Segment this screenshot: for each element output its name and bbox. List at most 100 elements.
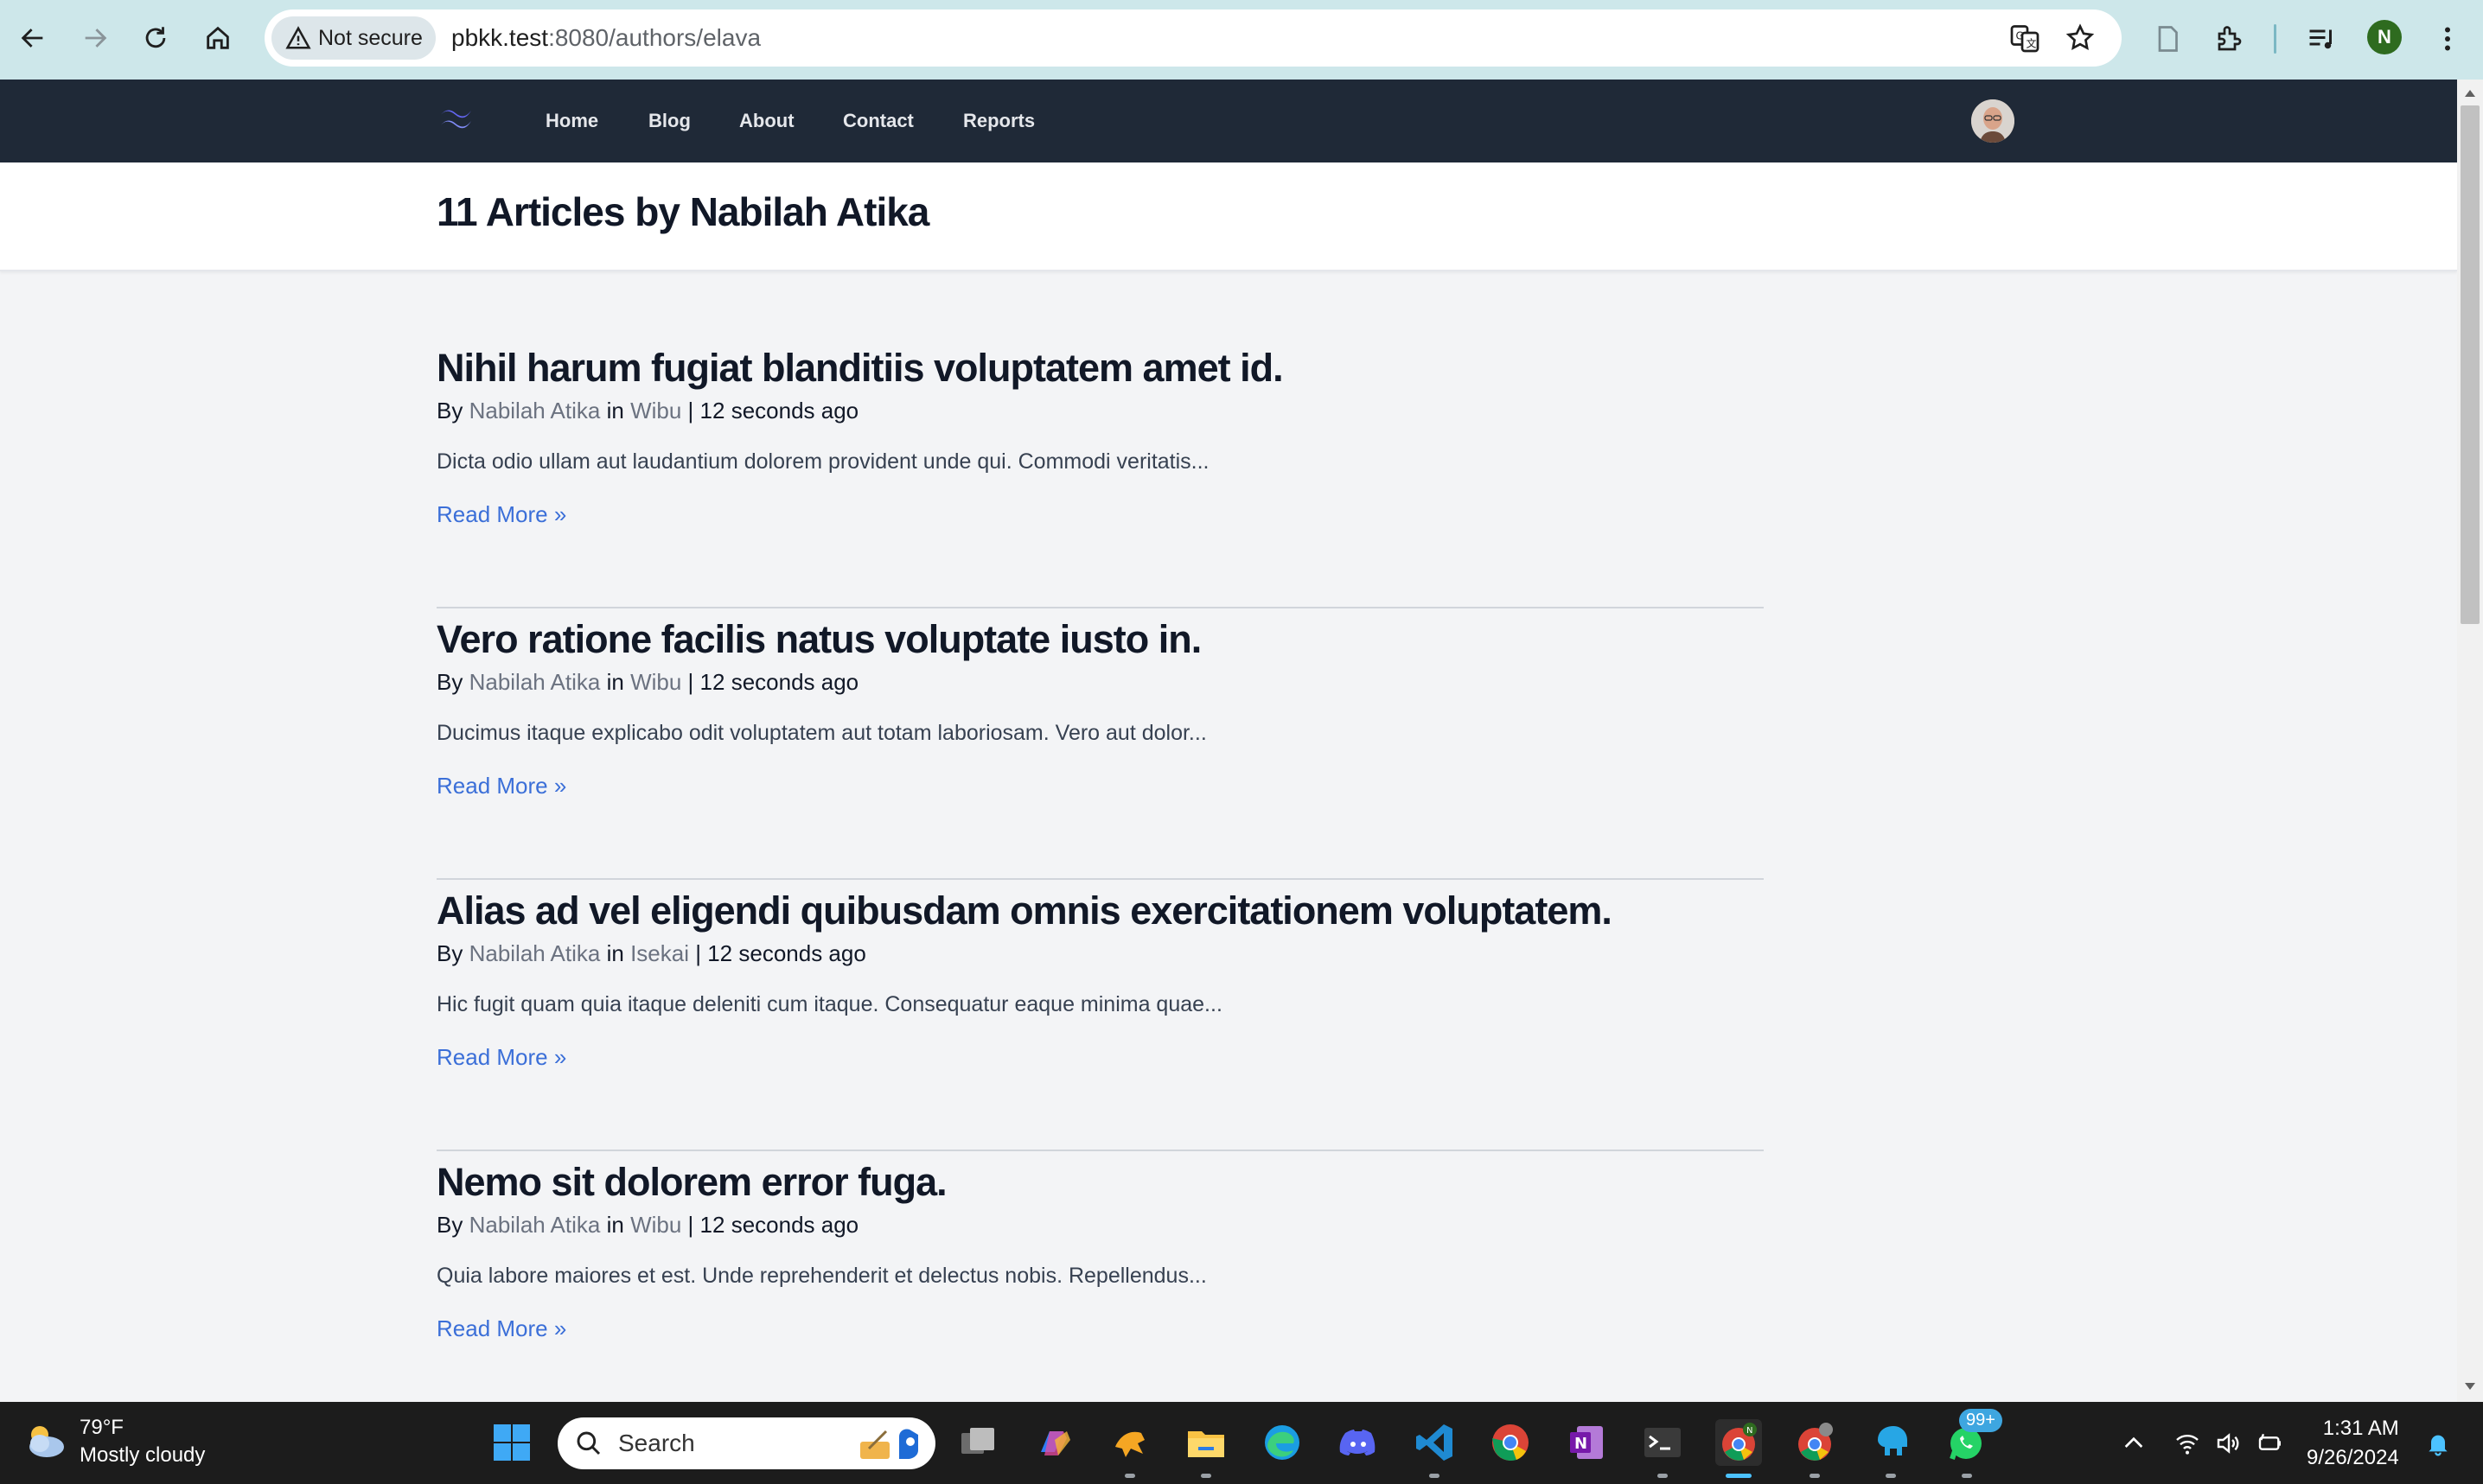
search-icon — [577, 1431, 601, 1455]
copilot-icon — [1041, 1431, 1070, 1455]
home-button[interactable] — [195, 16, 240, 61]
search-placeholder: Search — [618, 1430, 695, 1456]
file-explorer-button[interactable] — [1183, 1419, 1229, 1478]
read-more-link[interactable]: Read More » — [437, 501, 566, 528]
category-link[interactable]: Wibu — [630, 398, 681, 424]
meta-separator: | — [687, 669, 694, 695]
copilot-button[interactable] — [1031, 1419, 1077, 1466]
article-title-link[interactable]: Alias ad vel eligendi quibusdam omnis ex… — [437, 888, 1612, 933]
page-icon — [2158, 26, 2178, 52]
discord-button[interactable] — [1335, 1419, 1382, 1466]
wifi-icon — [2176, 1434, 2199, 1455]
tailwind-logo-icon[interactable] — [437, 104, 478, 135]
article-excerpt: Ducimus itaque explicabo odit voluptatem… — [437, 721, 1207, 745]
meta-by: By — [437, 1212, 463, 1238]
article-item: Nemo sit dolorem error fuga. By Nabilah … — [437, 1151, 1764, 1423]
translate-button[interactable]: G文 — [2006, 19, 2044, 57]
page-scrollbar[interactable] — [2457, 80, 2483, 1402]
category-link[interactable]: Isekai — [630, 940, 689, 966]
article-excerpt: Quia labore maiores et est. Unde reprehe… — [437, 1264, 1207, 1288]
app-elephant-button[interactable] — [1867, 1419, 1914, 1478]
article-excerpt: Dicta odio ullam aut laudantium dolorem … — [437, 449, 1210, 474]
author-link[interactable]: Nabilah Atika — [469, 669, 601, 695]
chrome-profile-n-button[interactable]: N — [1715, 1419, 1762, 1478]
music-queue-icon — [2309, 29, 2332, 49]
scroll-up-arrow-icon[interactable] — [2457, 83, 2483, 104]
article-title-link[interactable]: Nihil harum fugiat blanditiis voluptatem… — [437, 346, 1284, 391]
url-text[interactable]: pbkk.test:8080/authors/elava — [451, 16, 761, 60]
svg-text:文: 文 — [2027, 37, 2037, 50]
category-link[interactable]: Wibu — [630, 669, 681, 695]
nav-home-link[interactable]: Home — [546, 80, 598, 162]
article-title-link[interactable]: Vero ratione facilis natus voluptate ius… — [437, 617, 1202, 662]
read-more-link[interactable]: Read More » — [437, 773, 566, 799]
profile-avatar-button[interactable]: N — [2367, 20, 2402, 54]
svg-text:N: N — [1746, 1426, 1752, 1436]
discord-icon — [1339, 1430, 1376, 1455]
user-photo-icon — [1971, 99, 2014, 143]
scroll-down-arrow-icon[interactable] — [2457, 1376, 2483, 1397]
chrome-button[interactable] — [1487, 1419, 1534, 1466]
article-title-link[interactable]: Nemo sit dolorem error fuga. — [437, 1160, 948, 1205]
category-link[interactable]: Wibu — [630, 1212, 681, 1238]
weather-widget[interactable]: 79°F Mostly cloudy — [21, 1414, 205, 1469]
task-view-button[interactable] — [954, 1419, 1001, 1466]
author-link[interactable]: Nabilah Atika — [469, 398, 601, 424]
author-link[interactable]: Nabilah Atika — [469, 1212, 601, 1238]
taskbar-search-box[interactable]: Search — [558, 1417, 935, 1469]
app-dragon-button[interactable] — [1107, 1419, 1153, 1478]
user-avatar[interactable] — [1971, 99, 2014, 143]
windows-taskbar: 79°F Mostly cloudy Search N N 99+ 1:31 A… — [0, 1402, 2483, 1484]
scrollbar-thumb[interactable] — [2461, 105, 2480, 624]
back-button[interactable] — [10, 16, 55, 61]
article-item: Alias ad vel eligendi quibusdam omnis ex… — [437, 880, 1764, 1151]
bookmark-star-button[interactable] — [2061, 19, 2099, 57]
partly-cloudy-icon — [29, 1426, 64, 1457]
meta-separator: | — [687, 398, 694, 424]
read-more-link[interactable]: Read More » — [437, 1044, 566, 1071]
reading-list-button[interactable] — [2148, 19, 2187, 59]
article-meta: By Nabilah Atika in Wibu | 12 seconds ag… — [437, 669, 859, 696]
bell-icon — [2429, 1435, 2448, 1456]
nav-blog-link[interactable]: Blog — [648, 80, 691, 162]
speaker-icon — [2217, 1433, 2239, 1454]
extensions-button[interactable] — [2210, 19, 2250, 59]
meta-time: 12 seconds ago — [699, 669, 859, 695]
battery-button[interactable] — [2255, 1428, 2286, 1459]
chrome-profile-2-button[interactable] — [1791, 1419, 1838, 1478]
show-hidden-icons-button[interactable] — [2118, 1428, 2149, 1459]
toolbar-divider — [2274, 24, 2276, 54]
security-chip[interactable]: Not secure pbkk.test:8080/authors/elava — [271, 16, 761, 60]
meta-separator: | — [687, 1212, 694, 1238]
vscode-button[interactable] — [1411, 1419, 1458, 1478]
browser-menu-button[interactable] — [2428, 19, 2467, 59]
nav-about-link[interactable]: About — [739, 80, 795, 162]
read-more-link[interactable]: Read More » — [437, 1315, 566, 1342]
onenote-icon: N — [1570, 1426, 1603, 1459]
vscode-icon — [1416, 1424, 1452, 1461]
address-bar[interactable]: Not secure pbkk.test:8080/authors/elava … — [265, 10, 2122, 67]
volume-button[interactable] — [2213, 1428, 2244, 1459]
notifications-button[interactable] — [2422, 1428, 2454, 1459]
media-controls-button[interactable] — [2301, 19, 2341, 59]
edge-browser-button[interactable] — [1259, 1419, 1305, 1466]
forward-arrow-icon — [85, 29, 107, 48]
reload-button[interactable] — [133, 16, 178, 61]
clock-time: 1:31 AM — [2322, 1417, 2399, 1440]
meta-time: 12 seconds ago — [699, 1212, 859, 1238]
start-button[interactable] — [488, 1419, 535, 1466]
meta-in: in — [606, 669, 624, 695]
nav-contact-link[interactable]: Contact — [843, 80, 914, 162]
forward-button[interactable] — [73, 16, 118, 61]
author-link[interactable]: Nabilah Atika — [469, 940, 601, 966]
onenote-button[interactable]: N — [1563, 1419, 1610, 1466]
article-item: Nihil harum fugiat blanditiis voluptatem… — [437, 337, 1764, 608]
warning-icon — [285, 26, 311, 49]
wifi-button[interactable] — [2172, 1428, 2203, 1459]
nav-reports-link[interactable]: Reports — [963, 80, 1035, 162]
terminal-button[interactable] — [1639, 1419, 1686, 1478]
kebab-menu-icon — [2445, 27, 2450, 51]
windows-logo-icon — [494, 1424, 530, 1461]
system-clock[interactable]: 1:31 AM 9/26/2024 — [2307, 1414, 2399, 1473]
meta-by: By — [437, 398, 463, 424]
